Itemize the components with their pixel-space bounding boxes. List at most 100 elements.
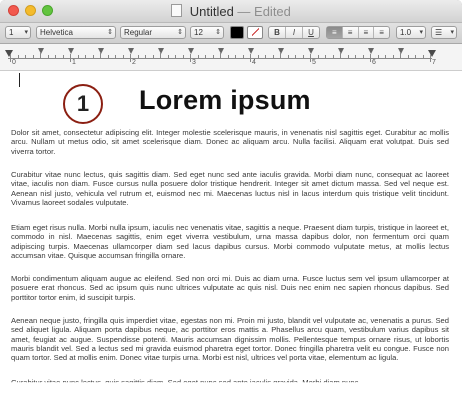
ruler-tick bbox=[265, 55, 266, 58]
ruler-tick bbox=[182, 55, 184, 58]
ruler-tick bbox=[10, 54, 11, 62]
ruler-tick bbox=[362, 55, 364, 58]
align-center-button[interactable]: ≡ bbox=[343, 27, 359, 38]
font-size-value: 12 bbox=[194, 28, 203, 37]
chevron-updown-icon: ⇕ bbox=[107, 29, 113, 36]
ruler-tick bbox=[40, 53, 41, 58]
align-left-button[interactable]: ≡ bbox=[327, 27, 343, 38]
ruler-number: 5 bbox=[312, 59, 316, 66]
chevron-updown-icon: ⇕ bbox=[177, 29, 183, 36]
ruler-tick bbox=[280, 53, 281, 58]
title-bar[interactable]: Untitled — Edited bbox=[0, 0, 462, 23]
window-title-text: Untitled bbox=[189, 4, 234, 19]
ruler-tick bbox=[257, 55, 259, 58]
list-style-popup[interactable]: ☰ ▾ bbox=[431, 26, 457, 39]
ruler-tick bbox=[137, 55, 139, 58]
ruler-tick bbox=[250, 54, 251, 62]
font-size-field[interactable]: 12 ⇕ bbox=[190, 26, 224, 39]
paragraph-style-popup[interactable]: 1 ▾ bbox=[5, 26, 31, 39]
document-text-area[interactable]: 1 Lorem ipsum Dolor sit amet, consectetu… bbox=[0, 71, 462, 393]
tab-stop[interactable] bbox=[68, 48, 74, 54]
ruler-tick bbox=[100, 53, 101, 58]
tab-stop[interactable] bbox=[338, 48, 344, 54]
alignment-segmented[interactable]: ≡ ≡ ≡ ≡ bbox=[326, 26, 390, 39]
document-icon bbox=[171, 4, 183, 17]
text-cursor bbox=[19, 73, 20, 87]
underline-button[interactable]: U bbox=[303, 27, 319, 38]
document-heading: Lorem ipsum bbox=[139, 85, 311, 115]
paragraph: Dolor sit amet, consectetur adipiscing e… bbox=[11, 128, 449, 156]
tab-stop[interactable] bbox=[308, 48, 314, 54]
align-right-button[interactable]: ≡ bbox=[359, 27, 375, 38]
ruler-number: 6 bbox=[372, 59, 376, 66]
ruler-tick bbox=[62, 55, 64, 58]
list-icon: ☰ bbox=[435, 28, 443, 37]
ruler-tick bbox=[70, 54, 71, 62]
paragraph-style-value: 1 bbox=[9, 28, 14, 37]
paragraph: Etiam eget risus nulla. Morbi nulla ipsu… bbox=[11, 223, 449, 260]
tab-stop[interactable] bbox=[368, 48, 374, 54]
bold-button[interactable]: B bbox=[269, 27, 286, 38]
ruler-number: 7 bbox=[432, 59, 436, 66]
ruler-tick bbox=[227, 55, 229, 58]
ruler-tick bbox=[287, 55, 289, 58]
font-family-popup[interactable]: Helvetica ⇕ bbox=[36, 26, 116, 39]
tab-stop[interactable] bbox=[98, 48, 104, 54]
format-toolbar: 1 ▾ Helvetica ⇕ Regular ⇕ 12 ⇕ B I U ≡ ≡… bbox=[0, 23, 462, 44]
ruler-tick bbox=[370, 54, 371, 62]
ruler-tick bbox=[340, 53, 341, 58]
tab-stop[interactable] bbox=[278, 48, 284, 54]
ruler-tick bbox=[317, 55, 319, 58]
tab-stop[interactable] bbox=[158, 48, 164, 54]
ruler-tick bbox=[167, 55, 169, 58]
line-spacing-value: 1.0 bbox=[400, 28, 412, 37]
ruler-tick bbox=[430, 54, 431, 62]
tab-stop[interactable] bbox=[38, 48, 44, 54]
ruler-tick bbox=[175, 55, 176, 58]
ruler-tick bbox=[385, 55, 386, 58]
tab-stop[interactable] bbox=[398, 48, 404, 54]
window-title: Untitled — Edited bbox=[0, 4, 462, 19]
tab-stop[interactable] bbox=[188, 48, 194, 54]
ruler-tick bbox=[422, 55, 424, 58]
ruler-number: 0 bbox=[12, 59, 16, 66]
highlight-color-well[interactable] bbox=[247, 26, 263, 39]
font-style-popup[interactable]: Regular ⇕ bbox=[120, 26, 186, 39]
ruler-tick bbox=[197, 55, 199, 58]
ruler-tick bbox=[220, 53, 221, 58]
ruler-tick bbox=[355, 55, 356, 58]
ruler-tick bbox=[85, 55, 86, 58]
tab-stop[interactable] bbox=[218, 48, 224, 54]
ruler-tick bbox=[415, 55, 416, 58]
ruler-tick bbox=[325, 55, 326, 58]
tab-stop[interactable] bbox=[248, 48, 254, 54]
ruler-tick bbox=[310, 54, 311, 62]
ruler-tick bbox=[122, 55, 124, 58]
font-family-value: Helvetica bbox=[40, 28, 73, 37]
paragraph: Curabitur vitae nunc lectus, quis sagitt… bbox=[11, 170, 449, 207]
ruler-tick bbox=[145, 55, 146, 58]
ruler-tick bbox=[152, 55, 154, 58]
align-justify-button[interactable]: ≡ bbox=[374, 27, 389, 38]
text-style-segmented[interactable]: B I U bbox=[268, 26, 320, 39]
ruler-number: 1 bbox=[72, 59, 76, 66]
tab-stop[interactable] bbox=[128, 48, 134, 54]
left-margin-marker[interactable] bbox=[5, 50, 13, 57]
ruler-tick bbox=[190, 54, 191, 62]
paragraph: Morbi condimentum aliquam augue ac eleif… bbox=[11, 274, 449, 302]
ruler-tick bbox=[55, 55, 56, 58]
ruler-number: 4 bbox=[252, 59, 256, 66]
ruler-tick bbox=[295, 55, 296, 58]
ruler-tick bbox=[77, 55, 79, 58]
chevron-updown-icon: ⇕ bbox=[215, 29, 221, 36]
ruler-tick bbox=[32, 55, 34, 58]
ruler-tick bbox=[212, 55, 214, 58]
ruler-tick bbox=[25, 55, 26, 58]
chevron-down-icon: ▾ bbox=[24, 29, 28, 36]
highlighter-icon bbox=[252, 28, 259, 36]
ruler-tick bbox=[407, 55, 409, 58]
text-color-well[interactable] bbox=[230, 26, 244, 39]
italic-button[interactable]: I bbox=[286, 27, 303, 38]
ruler[interactable]: 0 1 2 3 4 5 6 7 bbox=[0, 44, 462, 71]
line-spacing-popup[interactable]: 1.0 ▾ bbox=[396, 26, 426, 39]
